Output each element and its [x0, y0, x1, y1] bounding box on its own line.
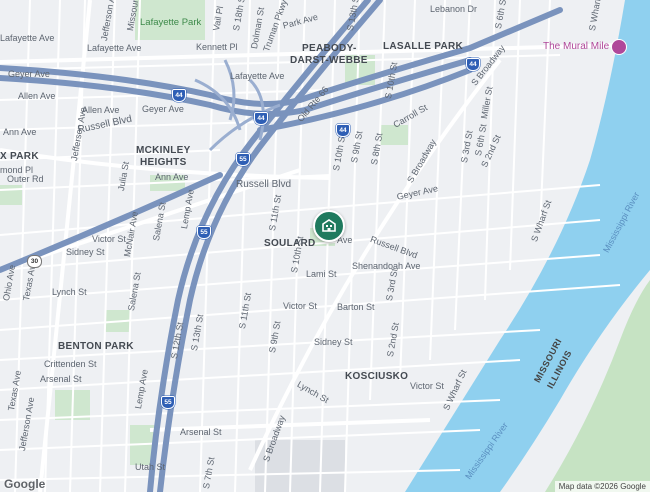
street-label: Lafayette Ave	[87, 43, 142, 53]
heights-label: HEIGHTS	[140, 157, 187, 168]
street-label: Lami St	[306, 269, 337, 279]
street-label: Allen Ave	[18, 91, 56, 101]
street-label: Sidney St	[66, 247, 105, 257]
street-label: Ann Ave	[155, 172, 189, 182]
property-location-marker[interactable]	[313, 210, 345, 242]
street-label: Arsenal St	[40, 374, 82, 384]
street-label: Lynch St	[52, 287, 87, 297]
street-label: Geyer Ave	[8, 69, 50, 79]
mckinley-label: MCKINLEY	[136, 145, 191, 156]
x-park-label: X PARK	[0, 151, 39, 162]
street-label: Allen Ave	[82, 105, 120, 115]
street-label: Geyer Ave	[142, 104, 184, 114]
street-label: Victor St	[283, 301, 317, 311]
street-label: Lafayette Ave	[230, 71, 285, 81]
google-logo: Google	[4, 477, 46, 491]
map-attribution[interactable]: Map data ©2026 Google	[554, 481, 650, 492]
interstate-44-shield-icon: 44	[254, 112, 268, 125]
soulard-label: SOULARD	[264, 238, 316, 249]
street-label: Russell Blvd	[236, 179, 292, 190]
park-area-west	[0, 185, 22, 205]
street-label: Victor St	[92, 234, 126, 244]
interstate-44-shield-icon: 44	[466, 58, 480, 71]
interstate-55-shield-icon: 55	[197, 226, 211, 239]
mural-mile-label[interactable]: The Mural Mile	[543, 42, 609, 52]
us-route-30-shield-icon: 30	[27, 255, 42, 268]
street-label: Barton St	[337, 302, 375, 312]
map-base-layer	[0, 0, 650, 492]
darst-webbe-label: DARST-WEBBE	[290, 55, 368, 66]
street-label: Crittenden St	[44, 359, 97, 369]
lafayette-park-label: Lafayette Park	[140, 17, 202, 28]
street-label: Arsenal St	[180, 427, 222, 437]
interstate-55-shield-icon: 55	[161, 396, 175, 409]
kosciusko-label: KOSCIUSKO	[345, 371, 409, 382]
interstate-55-shield-icon: 55	[236, 153, 250, 166]
street-label: mond Pl	[0, 165, 34, 175]
street-label: Sidney St	[314, 337, 353, 347]
street-label: Ann Ave	[3, 127, 37, 137]
street-label: Shenandoah Ave	[352, 261, 421, 271]
mural-mile-pin-icon[interactable]	[611, 39, 627, 55]
street-label: Lafayette Ave	[0, 33, 55, 43]
street-label: Kennett Pl	[196, 42, 238, 52]
street-label: Victor St	[410, 381, 444, 391]
street-label: Utah St	[135, 462, 166, 472]
lasalle-park-label: LASALLE PARK	[383, 41, 464, 52]
map-canvas[interactable]: Lafayette Park PEABODY- DARST-WEBBE LASA…	[0, 0, 650, 492]
interstate-44-shield-icon: 44	[172, 89, 186, 102]
interstate-44-shield-icon: 44	[336, 124, 350, 137]
street-label: Lebanon Dr	[430, 4, 478, 14]
building-icon	[322, 219, 336, 232]
street-label: Outer Rd	[7, 174, 44, 184]
benton-park-label: BENTON PARK	[58, 341, 134, 352]
peabody-label: PEABODY-	[302, 43, 357, 54]
